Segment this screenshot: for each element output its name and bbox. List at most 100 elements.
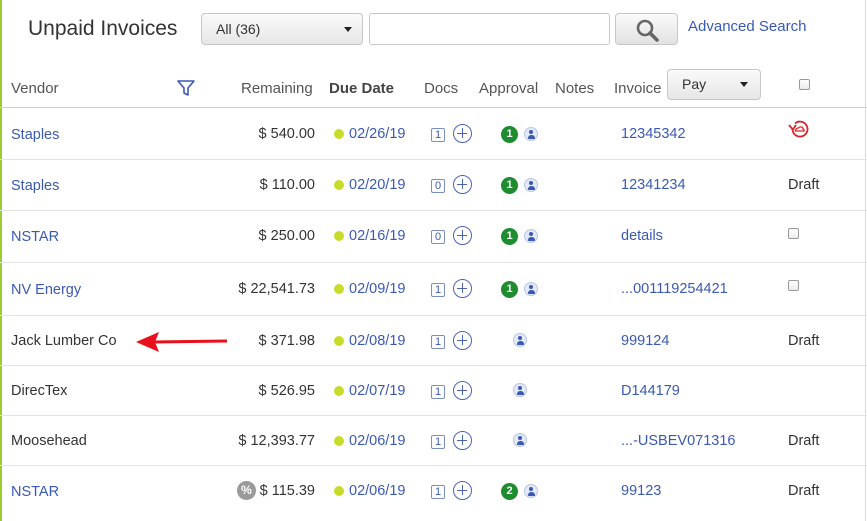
- due-date[interactable]: 02/06/19: [349, 483, 405, 499]
- plus-circle-icon[interactable]: [453, 481, 472, 500]
- advanced-search-link[interactable]: Advanced Search: [688, 18, 806, 35]
- pay-select-value: Pay: [682, 76, 707, 92]
- due-status-dot: [334, 436, 344, 446]
- table-row[interactable]: Jack Lumber Co $ 371.98 02/08/19 1 99912…: [0, 316, 867, 366]
- chevron-down-icon: [344, 27, 352, 32]
- due-date[interactable]: 02/26/19: [349, 126, 405, 142]
- doc-count[interactable]: 1: [431, 283, 445, 297]
- invoice-link[interactable]: ...-USBEV071316: [621, 433, 735, 449]
- plus-circle-icon[interactable]: [453, 226, 472, 245]
- column-approval[interactable]: Approval: [479, 80, 538, 97]
- due-status-dot: [334, 386, 344, 396]
- remaining-amount: $ 110.00: [259, 177, 315, 193]
- due-status-dot: [334, 486, 344, 496]
- search-icon: [636, 19, 659, 42]
- table-row[interactable]: Staples $ 110.00 02/20/19 0 1 12341234 D…: [0, 160, 867, 211]
- column-remaining[interactable]: Remaining: [241, 80, 313, 97]
- column-due-date[interactable]: Due Date: [329, 80, 394, 97]
- vendor-name[interactable]: Moosehead: [11, 433, 87, 449]
- vendor-link[interactable]: NV Energy: [11, 282, 81, 298]
- plus-circle-icon[interactable]: [453, 431, 472, 450]
- restore-icon[interactable]: [787, 117, 811, 141]
- due-status-dot: [334, 180, 344, 190]
- due-status-dot: [334, 336, 344, 346]
- person-icon[interactable]: [524, 127, 538, 141]
- approval-count-badge: 1: [501, 281, 518, 298]
- table-row[interactable]: Staples $ 540.00 02/26/19 1 1 12345342: [0, 109, 867, 160]
- remaining-amount: $ 12,393.77: [238, 433, 315, 449]
- plus-circle-icon[interactable]: [453, 175, 472, 194]
- status-draft: Draft: [788, 177, 820, 193]
- doc-count[interactable]: 1: [431, 128, 445, 142]
- due-status-dot: [334, 231, 344, 241]
- table-row[interactable]: Moosehead $ 12,393.77 02/06/19 1 ...-USB…: [0, 416, 867, 466]
- column-docs[interactable]: Docs: [424, 80, 458, 97]
- invoice-link[interactable]: 12345342: [621, 126, 686, 142]
- remaining-amount: $ 526.95: [258, 383, 315, 399]
- remaining-amount: $ 22,541.73: [238, 281, 315, 297]
- person-icon[interactable]: [524, 484, 538, 498]
- approval-count-badge: 1: [501, 177, 518, 194]
- person-icon[interactable]: [524, 229, 538, 243]
- status-draft: Draft: [788, 433, 820, 449]
- status-draft: Draft: [788, 333, 820, 349]
- invoice-link[interactable]: D144179: [621, 383, 680, 399]
- row-checkbox[interactable]: [788, 280, 799, 291]
- status-draft: Draft: [788, 483, 820, 499]
- doc-count[interactable]: 1: [431, 335, 445, 349]
- search-button[interactable]: [615, 13, 678, 45]
- invoice-link[interactable]: 999124: [621, 333, 669, 349]
- due-date[interactable]: 02/06/19: [349, 433, 405, 449]
- remaining-amount: $ 540.00: [258, 126, 315, 142]
- due-date[interactable]: 02/09/19: [349, 281, 405, 297]
- vendor-link[interactable]: Staples: [11, 178, 59, 194]
- table-row[interactable]: NSTAR $ 250.00 02/16/19 0 1 details: [0, 211, 867, 263]
- person-icon[interactable]: [524, 178, 538, 192]
- row-checkbox[interactable]: [788, 228, 799, 239]
- doc-count[interactable]: 1: [431, 485, 445, 499]
- search-input[interactable]: [369, 13, 610, 45]
- person-icon[interactable]: [513, 383, 527, 397]
- doc-count[interactable]: 0: [431, 230, 445, 244]
- column-invoice[interactable]: Invoice: [614, 80, 662, 97]
- vendor-name[interactable]: DirecTex: [11, 383, 67, 399]
- invoice-link[interactable]: 12341234: [621, 177, 686, 193]
- plus-circle-icon[interactable]: [453, 331, 472, 350]
- table-row[interactable]: NV Energy $ 22,541.73 02/09/19 1 1 ...00…: [0, 263, 867, 316]
- percent-icon[interactable]: %: [237, 481, 256, 500]
- doc-count[interactable]: 1: [431, 435, 445, 449]
- plus-circle-icon[interactable]: [453, 279, 472, 298]
- arrow-left-icon: [136, 332, 228, 352]
- select-all-checkbox[interactable]: [799, 79, 810, 90]
- due-status-dot: [334, 284, 344, 294]
- person-icon[interactable]: [513, 433, 527, 447]
- invoice-link[interactable]: details: [621, 228, 663, 244]
- vendor-link[interactable]: Staples: [11, 127, 59, 143]
- table-row[interactable]: NSTAR % $ 115.39 02/06/19 1 2 99123 Draf…: [0, 466, 867, 521]
- page-title: Unpaid Invoices: [28, 17, 178, 40]
- plus-circle-icon[interactable]: [453, 124, 472, 143]
- filter-select[interactable]: All (36): [201, 13, 363, 45]
- column-vendor[interactable]: Vendor: [11, 80, 59, 97]
- plus-circle-icon[interactable]: [453, 381, 472, 400]
- due-date[interactable]: 02/16/19: [349, 228, 405, 244]
- filter-funnel-icon[interactable]: [177, 80, 195, 97]
- doc-count[interactable]: 1: [431, 385, 445, 399]
- due-date[interactable]: 02/08/19: [349, 333, 405, 349]
- table-row[interactable]: DirecTex $ 526.95 02/07/19 1 D144179: [0, 366, 867, 416]
- vendor-name[interactable]: Jack Lumber Co: [11, 333, 117, 349]
- person-icon[interactable]: [513, 333, 527, 347]
- person-icon[interactable]: [524, 282, 538, 296]
- invoice-link[interactable]: 99123: [621, 483, 661, 499]
- vendor-link[interactable]: NSTAR: [11, 229, 59, 245]
- doc-count[interactable]: 0: [431, 179, 445, 193]
- due-status-dot: [334, 129, 344, 139]
- column-notes[interactable]: Notes: [555, 80, 594, 97]
- due-date[interactable]: 02/20/19: [349, 177, 405, 193]
- remaining-amount: $ 371.98: [258, 333, 315, 349]
- due-date[interactable]: 02/07/19: [349, 383, 405, 399]
- vendor-link[interactable]: NSTAR: [11, 484, 59, 500]
- pay-select[interactable]: Pay: [667, 69, 761, 100]
- invoice-link[interactable]: ...001119254421: [621, 281, 728, 297]
- chevron-down-icon: [740, 82, 748, 87]
